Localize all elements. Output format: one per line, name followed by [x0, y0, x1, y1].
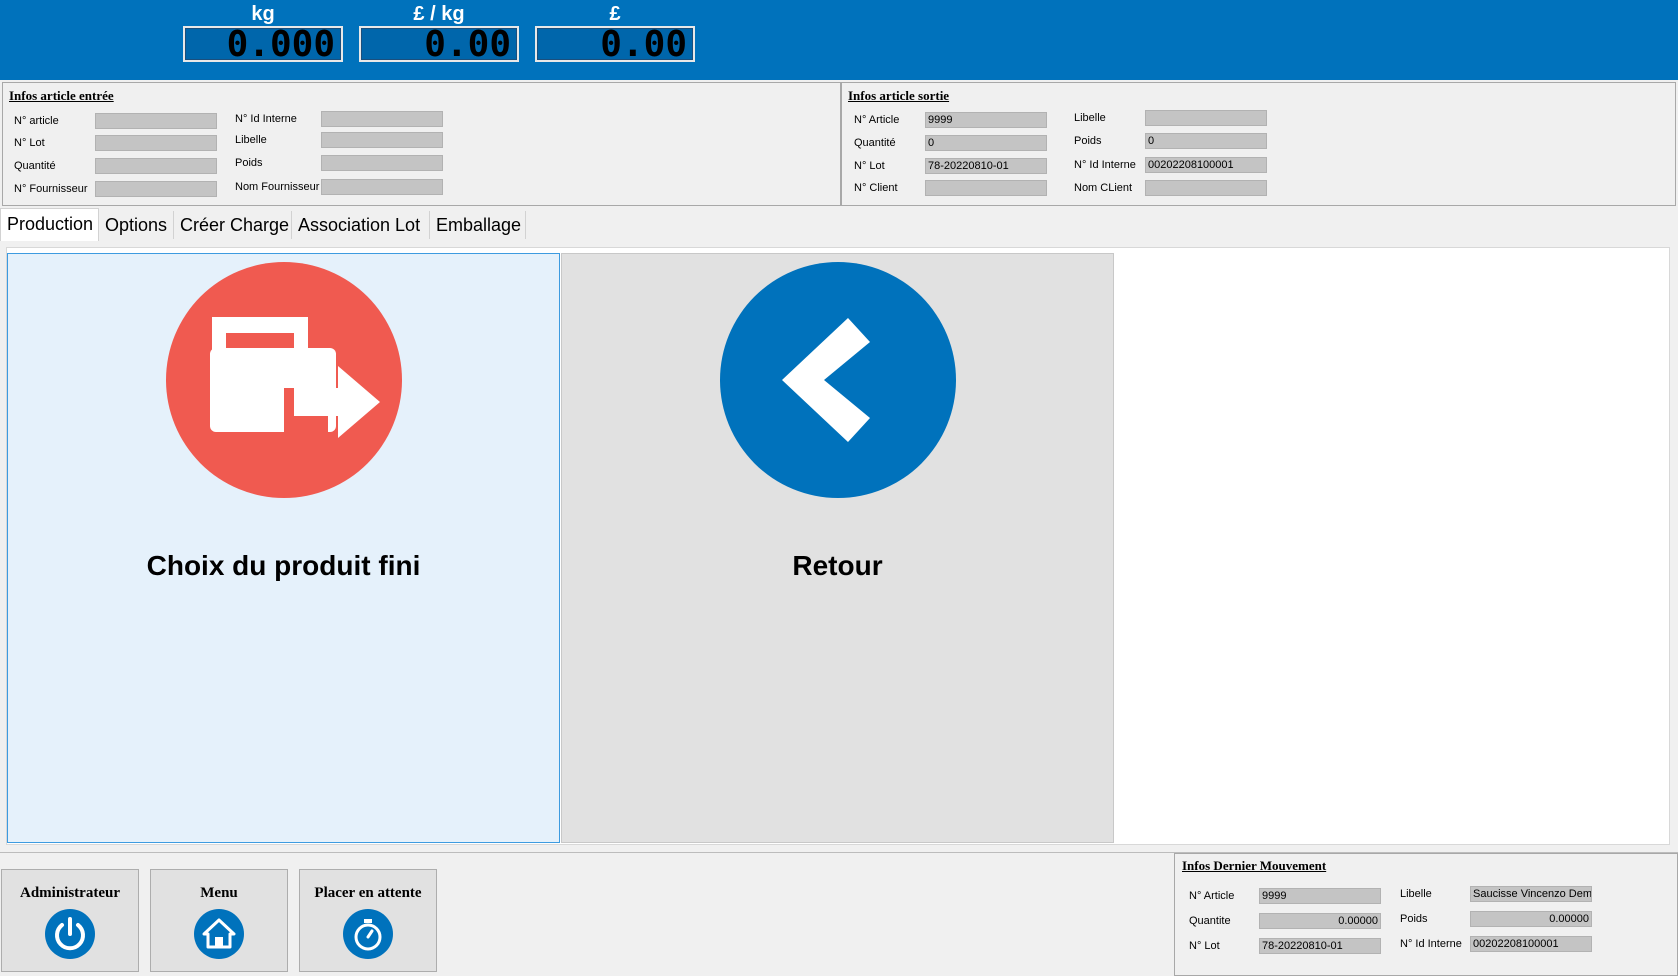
weight-display: kg 0.000	[183, 2, 343, 63]
placer-en-attente-button[interactable]: Placer en attente	[299, 869, 437, 972]
quantity-field	[95, 158, 217, 174]
total-price-value: 0.00	[535, 26, 695, 63]
field-label: N° Fournisseur	[14, 183, 88, 195]
field-label: N° Article	[1189, 890, 1235, 902]
article-number-field: 9999	[925, 112, 1047, 128]
tab-creer-charge[interactable]: Créer Charge	[174, 211, 292, 239]
choix-produit-fini-button[interactable]: Choix du produit fini	[7, 253, 560, 843]
placer-en-attente-label: Placer en attente	[314, 885, 422, 901]
panel-title: Infos article sortie	[848, 88, 950, 103]
libelle-field	[1145, 110, 1267, 126]
internal-id-field	[321, 111, 443, 127]
panel-title: Infos article entrée	[9, 88, 114, 103]
weight-value: 0.000	[183, 26, 343, 63]
price-per-kg-value: 0.00	[359, 26, 519, 63]
power-icon	[45, 909, 95, 959]
field-label: N° Client	[854, 182, 898, 194]
quantity-field: 0	[925, 135, 1047, 151]
field-label: Libelle	[1400, 888, 1432, 900]
field-label: N° Lot	[14, 137, 45, 149]
administrateur-label: Administrateur	[20, 885, 120, 901]
internal-id-field: 00202208100001	[1470, 936, 1592, 952]
scale-display-bar: kg 0.000 £ / kg 0.00 £ 0.00	[0, 0, 1678, 80]
field-label: Libelle	[235, 134, 267, 146]
tab-emballage[interactable]: Emballage	[430, 211, 526, 239]
menu-label: Menu	[200, 885, 238, 901]
supplier-name-field	[321, 179, 443, 195]
field-label: N° Article	[854, 114, 900, 126]
article-number-field: 9999	[1259, 888, 1381, 904]
client-number-field	[925, 180, 1047, 196]
menu-button[interactable]: Menu	[150, 869, 288, 972]
field-label: Nom CLient	[1074, 182, 1133, 194]
field-label: Quantite	[1189, 915, 1231, 927]
exit-bag-icon	[165, 262, 402, 498]
lot-number-field: 78-20220810-01	[1259, 938, 1381, 954]
article-number-field	[95, 113, 217, 129]
weight-field: 0.00000	[1470, 911, 1592, 927]
libelle-field: Saucisse Vincenzo Demo	[1470, 886, 1592, 902]
field-label: N° Id Interne	[235, 113, 297, 125]
field-label: N° Lot	[1189, 940, 1220, 952]
lot-number-field: 78-20220810-01	[925, 158, 1047, 174]
field-label: N° Lot	[854, 160, 885, 172]
price-per-kg-unit: £ / kg	[413, 3, 465, 25]
field-label: Poids	[235, 157, 263, 169]
price-per-kg-display: £ / kg 0.00	[359, 2, 519, 63]
field-label: N° Id Interne	[1074, 159, 1136, 171]
field-label: N° Id Interne	[1400, 938, 1462, 950]
supplier-number-field	[95, 181, 217, 197]
panel-title: Infos Dernier Mouvement	[1182, 858, 1327, 873]
retour-button[interactable]: Retour	[561, 253, 1114, 843]
infos-article-sortie-panel: Infos article sortie N° Article 9999 Qua…	[841, 82, 1676, 206]
field-label: Nom Fournisseur	[235, 181, 320, 193]
libelle-field	[321, 132, 443, 148]
home-icon	[194, 909, 244, 959]
total-price-display: £ 0.00	[535, 2, 695, 63]
tab-association-lot[interactable]: Association Lot	[292, 211, 430, 239]
chevron-left-icon	[719, 262, 956, 498]
field-label: Quantité	[14, 160, 56, 172]
weight-field	[321, 155, 443, 171]
total-price-unit: £	[609, 3, 621, 25]
field-label: Quantité	[854, 137, 896, 149]
infos-dernier-mouvement-panel: Infos Dernier Mouvement N° Article 9999 …	[1174, 853, 1678, 976]
infos-article-entree-panel: Infos article entrée N° article N° Lot Q…	[2, 82, 841, 206]
field-label: Poids	[1074, 135, 1102, 147]
lot-number-field	[95, 135, 217, 151]
weight-unit: kg	[251, 3, 275, 25]
choix-produit-fini-label: Choix du produit fini	[146, 550, 421, 581]
field-label: Poids	[1400, 913, 1428, 925]
tab-production[interactable]: Production	[0, 208, 99, 241]
internal-id-field: 00202208100001	[1145, 157, 1267, 173]
administrateur-button[interactable]: Administrateur	[1, 869, 139, 972]
quantity-field: 0.00000	[1259, 913, 1381, 929]
retour-label: Retour	[792, 550, 883, 581]
field-label: N° article	[14, 115, 59, 127]
weight-field: 0	[1145, 133, 1267, 149]
tab-options[interactable]: Options	[99, 211, 174, 239]
field-label: Libelle	[1074, 112, 1106, 124]
client-name-field	[1145, 180, 1267, 196]
stopwatch-icon	[343, 909, 393, 959]
